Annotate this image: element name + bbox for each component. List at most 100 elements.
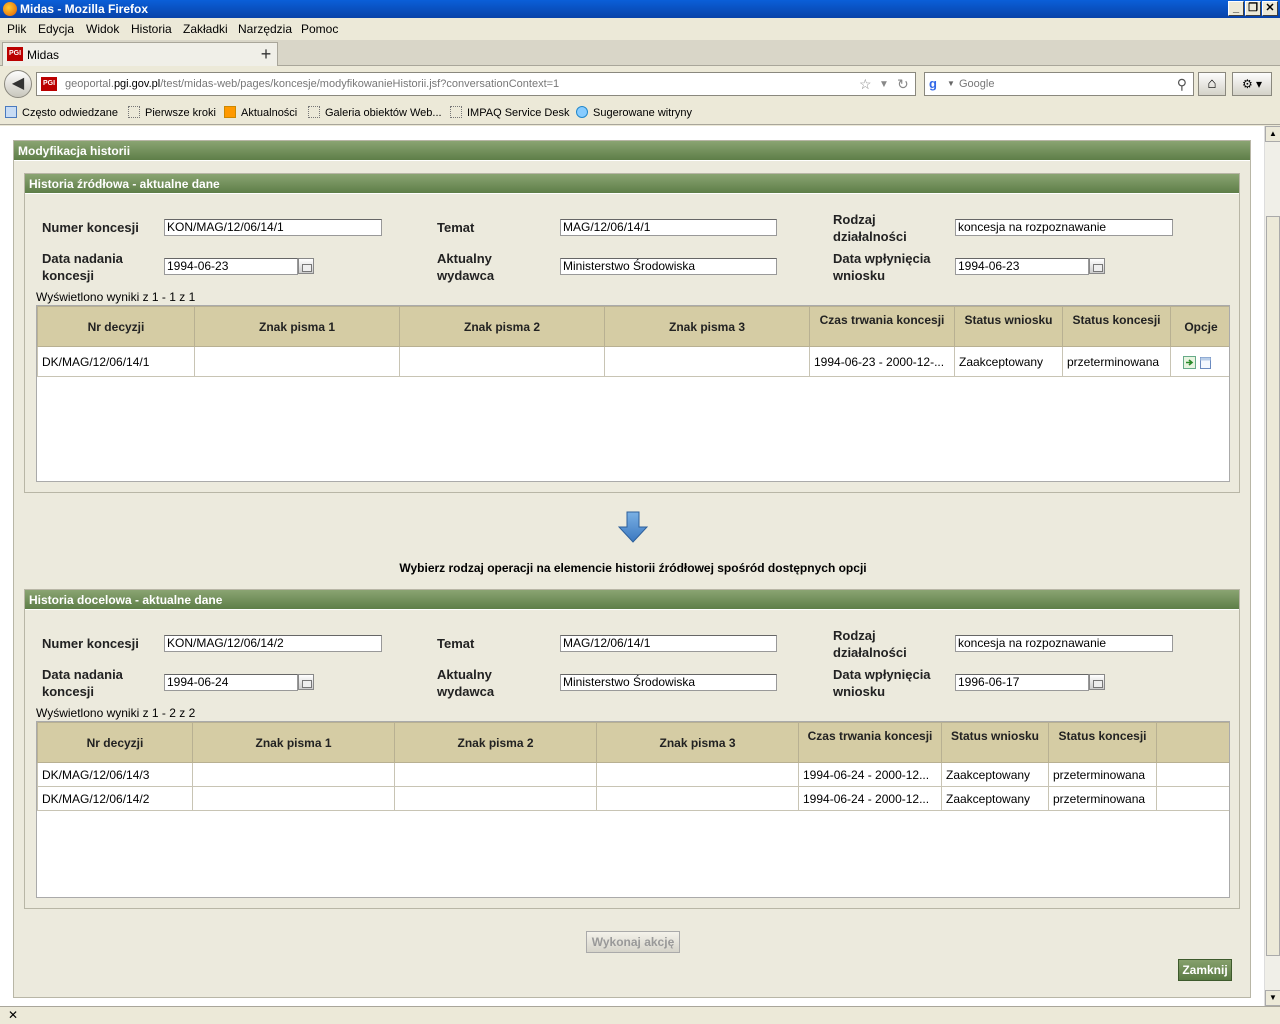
target-wydawca-field[interactable]: Ministerstwo Środowiska <box>560 674 777 691</box>
col-nr-decyzji[interactable]: Nr decyzji <box>37 306 195 347</box>
col-opcje-empty <box>1156 722 1229 763</box>
menu-zakladki[interactable]: Zakładki <box>183 22 228 36</box>
pgi-favicon-icon: PGI <box>7 47 23 61</box>
bookmark-star-icon[interactable]: ☆ <box>859 76 872 93</box>
col-znak-pisma-1[interactable]: Znak pisma 1 <box>192 722 395 763</box>
calendar-icon[interactable] <box>1089 674 1105 690</box>
window-title: Midas - Mozilla Firefox <box>20 2 149 16</box>
bookmark-most-visited[interactable]: Często odwiedzane <box>5 106 118 119</box>
page-content: Modyfikacja historii Historia źródłowa -… <box>0 126 1264 1006</box>
menu-narzedzia[interactable]: Narzędzia <box>238 22 292 36</box>
label-aktualny-wydawca: Aktualny wydawca <box>437 251 495 283</box>
url-bar[interactable]: PGI geoportal.pgi.gov.pl/test/midas-web/… <box>36 72 916 96</box>
bookmark-impaq[interactable]: IMPAQ Service Desk <box>450 106 570 119</box>
minimize-button[interactable]: _ <box>1228 1 1244 16</box>
table-row[interactable]: DK/MAG/12/06/14/3 1994-06-24 - 2000-12..… <box>37 762 1229 787</box>
status-bar: ✕ <box>0 1006 1280 1024</box>
close-button[interactable]: Zamknij <box>1178 959 1232 981</box>
window-title-bar: Midas - Mozilla Firefox _ ❐ ✕ <box>0 0 1280 18</box>
window-close-button[interactable]: ✕ <box>1262 1 1278 16</box>
cell-status-wniosku: Zaakceptowany <box>941 762 1049 787</box>
scroll-up-icon[interactable]: ▲ <box>1265 126 1280 142</box>
target-data-wplyniecia-field[interactable]: 1996-06-17 <box>955 674 1089 691</box>
url-text[interactable]: geoportal.pgi.gov.pl/test/midas-web/page… <box>65 78 559 90</box>
col-status-koncesji[interactable]: Status koncesji <box>1062 306 1171 347</box>
table-row[interactable]: DK/MAG/12/06/14/1 1994-06-23 - 2000-12-.… <box>37 346 1229 377</box>
menu-pomoc[interactable]: Pomoc <box>301 22 338 36</box>
calendar-icon[interactable] <box>1089 258 1105 274</box>
google-icon[interactable]: g <box>929 76 945 92</box>
source-temat-field[interactable]: MAG/12/06/14/1 <box>560 219 777 236</box>
label-temat: Temat <box>437 636 475 651</box>
close-findbar-icon[interactable]: ✕ <box>8 1008 18 1022</box>
source-results-count: Wyświetlono wyniki z 1 - 1 z 1 <box>36 290 196 304</box>
bookmark-news[interactable]: Aktualności <box>224 106 297 119</box>
source-section-title: Historia źródłowa - aktualne dane <box>25 174 1239 194</box>
label-rodzaj-dzialalnosci: Rodzaj działalności <box>833 628 907 660</box>
grid-header-row: Nr decyzji Znak pisma 1 Znak pisma 2 Zna… <box>37 306 1229 347</box>
copy-document-icon[interactable] <box>1199 356 1212 369</box>
col-czas-trwania[interactable]: Czas trwania koncesji <box>798 722 942 763</box>
back-arrow-icon[interactable]: ◀ <box>4 70 32 98</box>
history-dropdown-icon[interactable]: ▼ <box>879 79 889 90</box>
extension-icon[interactable]: ⚙ ▾ <box>1232 72 1272 96</box>
menu-historia[interactable]: Historia <box>131 22 172 36</box>
cell-znak-pisma-1 <box>194 346 400 377</box>
target-rodzaj-field[interactable]: koncesja na rozpoznawanie <box>955 635 1173 652</box>
cell-status-koncesji: przeterminowana <box>1048 762 1157 787</box>
maximize-button[interactable]: ❐ <box>1245 1 1261 16</box>
bookmark-page-icon <box>450 106 462 118</box>
menu-plik[interactable]: Plik <box>7 22 26 36</box>
ie-icon <box>576 106 588 118</box>
label-numer-koncesji: Numer koncesji <box>42 220 139 235</box>
col-znak-pisma-3[interactable]: Znak pisma 3 <box>604 306 810 347</box>
cell-znak-pisma-1 <box>192 786 395 811</box>
calendar-icon[interactable] <box>298 674 314 690</box>
col-status-wniosku[interactable]: Status wniosku <box>954 306 1063 347</box>
home-icon[interactable]: ⌂ <box>1198 72 1226 96</box>
target-numer-koncesji-field[interactable]: KON/MAG/12/06/14/2 <box>164 635 382 652</box>
col-opcje: Opcje <box>1170 306 1229 347</box>
search-engine-dropdown-icon[interactable]: ▼ <box>947 79 955 88</box>
source-history-section: Historia źródłowa - aktualne dane Numer … <box>24 173 1240 493</box>
new-tab-button[interactable]: + <box>253 43 279 67</box>
label-rodzaj-dzialalnosci: Rodzaj działalności <box>833 212 907 244</box>
col-znak-pisma-1[interactable]: Znak pisma 1 <box>194 306 400 347</box>
menu-edycja[interactable]: Edycja <box>38 22 74 36</box>
col-znak-pisma-2[interactable]: Znak pisma 2 <box>399 306 605 347</box>
target-data-nadania-field[interactable]: 1994-06-24 <box>164 674 298 691</box>
move-arrow-icon[interactable] <box>1183 355 1196 369</box>
scroll-down-icon[interactable]: ▼ <box>1265 990 1280 1006</box>
scrollbar-thumb[interactable] <box>1266 216 1280 956</box>
source-numer-koncesji-field[interactable]: KON/MAG/12/06/14/1 <box>164 219 382 236</box>
page-scrollbar[interactable]: ▲ ▼ <box>1264 126 1280 1006</box>
cell-status-koncesji: przeterminowana <box>1048 786 1157 811</box>
bookmark-page-icon <box>128 106 140 118</box>
source-rodzaj-field[interactable]: koncesja na rozpoznawanie <box>955 219 1173 236</box>
execute-action-button[interactable]: Wykonaj akcję <box>586 931 680 953</box>
col-nr-decyzji[interactable]: Nr decyzji <box>37 722 193 763</box>
source-wydawca-field[interactable]: Ministerstwo Środowiska <box>560 258 777 275</box>
source-data-wplyniecia-field[interactable]: 1994-06-23 <box>955 258 1089 275</box>
col-status-koncesji[interactable]: Status koncesji <box>1048 722 1157 763</box>
search-bar[interactable]: g ▼ Google ⚲ <box>924 72 1194 96</box>
col-czas-trwania[interactable]: Czas trwania koncesji <box>809 306 955 347</box>
target-section-title: Historia docelowa - aktualne dane <box>25 590 1239 610</box>
source-decisions-grid: Nr decyzji Znak pisma 1 Znak pisma 2 Zna… <box>36 305 1230 482</box>
bookmark-web-gallery[interactable]: Galeria obiektów Web... <box>308 106 442 119</box>
bookmark-first-steps[interactable]: Pierwsze kroki <box>128 106 216 119</box>
table-row[interactable]: DK/MAG/12/06/14/2 1994-06-24 - 2000-12..… <box>37 786 1229 811</box>
menu-widok[interactable]: Widok <box>86 22 119 36</box>
source-data-nadania-field[interactable]: 1994-06-23 <box>164 258 298 275</box>
target-temat-field[interactable]: MAG/12/06/14/1 <box>560 635 777 652</box>
bookmark-suggested[interactable]: Sugerowane witryny <box>576 106 692 119</box>
arrow-down-icon <box>618 511 648 543</box>
reload-icon[interactable]: ↻ <box>897 76 909 93</box>
col-znak-pisma-2[interactable]: Znak pisma 2 <box>394 722 597 763</box>
col-status-wniosku[interactable]: Status wniosku <box>941 722 1049 763</box>
search-icon[interactable]: ⚲ <box>1177 76 1187 93</box>
tab-midas[interactable]: PGI Midas + <box>2 42 278 66</box>
col-znak-pisma-3[interactable]: Znak pisma 3 <box>596 722 799 763</box>
site-favicon-icon: PGI <box>41 77 57 91</box>
calendar-icon[interactable] <box>298 258 314 274</box>
